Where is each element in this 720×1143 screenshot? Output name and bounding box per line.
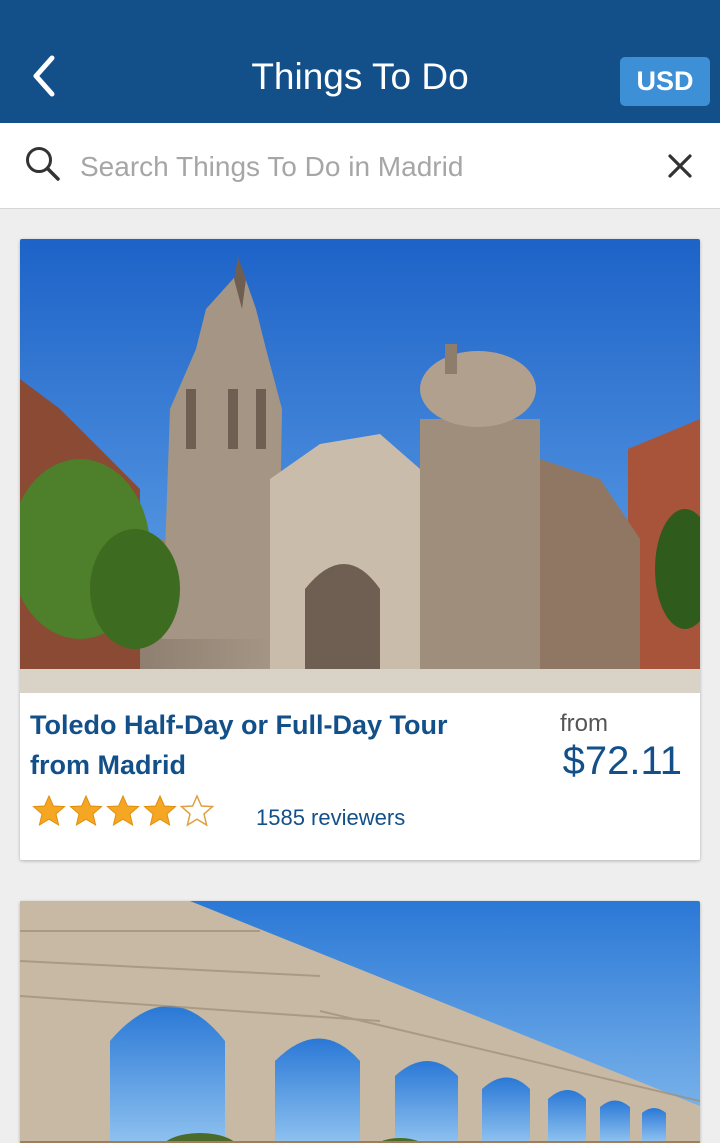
search-icon xyxy=(26,147,60,181)
cathedral-photo xyxy=(20,239,700,693)
review-count: 1585 reviewers xyxy=(256,805,406,830)
search-input[interactable] xyxy=(80,146,640,188)
price-prefix: from xyxy=(560,710,608,737)
star-empty-icon xyxy=(180,794,214,827)
aqueduct-photo xyxy=(20,901,700,1143)
star-rating xyxy=(32,794,214,828)
star-filled-icon xyxy=(69,794,103,827)
star-filled-icon xyxy=(32,794,66,827)
listing-title: Toledo Half-Day or Full-Day Tour from Ma… xyxy=(30,710,448,780)
listing-price: $72.11 xyxy=(562,739,682,783)
star-filled-icon xyxy=(143,794,177,827)
currency-button[interactable]: USD xyxy=(620,57,710,106)
listing-card[interactable] xyxy=(20,901,700,1143)
star-filled-icon xyxy=(106,794,140,827)
clear-search-icon[interactable] xyxy=(662,148,698,184)
page-title: Things To Do xyxy=(251,56,469,97)
listing-card[interactable]: Toledo Half-Day or Full-Day Tour from Ma… xyxy=(20,239,700,860)
